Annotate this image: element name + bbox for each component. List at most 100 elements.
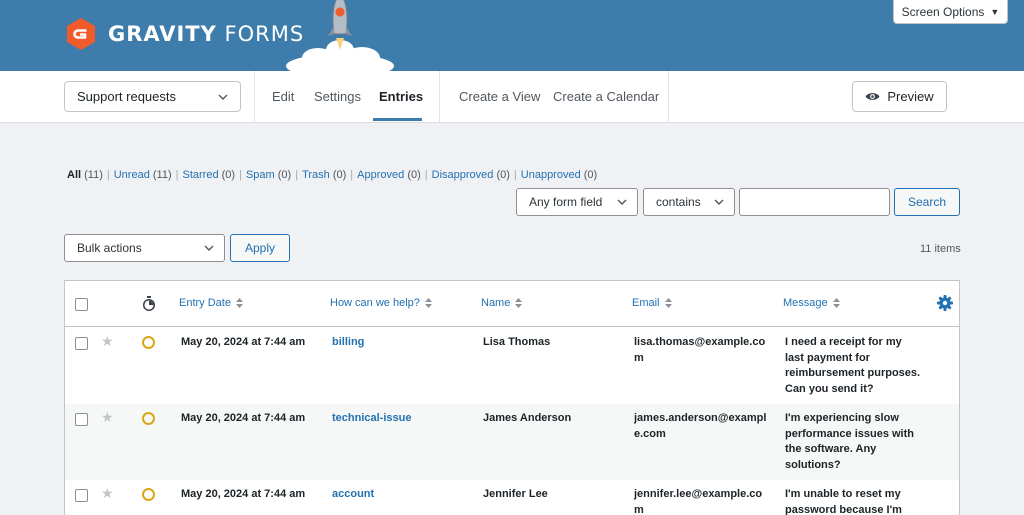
filter-all[interactable]: All bbox=[67, 169, 81, 181]
column-name[interactable]: Name bbox=[481, 297, 523, 309]
entry-topic[interactable]: account bbox=[332, 487, 374, 503]
tab-settings[interactable]: Settings bbox=[314, 71, 361, 123]
entry-email: james.anderson@exampl e.com bbox=[634, 412, 767, 440]
table-header: Entry Date How can we help? Name Email M… bbox=[65, 281, 959, 327]
eye-icon bbox=[865, 93, 880, 100]
form-switcher[interactable]: Support requests bbox=[64, 81, 241, 112]
star-icon[interactable]: ★ bbox=[101, 409, 114, 426]
filter-trash[interactable]: Trash bbox=[302, 169, 330, 181]
active-tab-indicator bbox=[373, 118, 422, 121]
create-calendar-link[interactable]: Create a Calendar bbox=[553, 71, 659, 123]
column-label: Entry Date bbox=[179, 297, 231, 309]
search-input[interactable] bbox=[739, 188, 890, 216]
create-view-link[interactable]: Create a View bbox=[459, 71, 540, 123]
rocket-icon bbox=[286, 0, 394, 71]
entry-topic[interactable]: technical-issue bbox=[332, 411, 411, 427]
entry-name: Jennifer Lee bbox=[483, 488, 548, 500]
form-toolbar: Support requests Edit Settings Entries C… bbox=[0, 71, 1024, 123]
filter-separator: | bbox=[424, 169, 428, 181]
filter-separator: | bbox=[350, 169, 354, 181]
unread-status-icon bbox=[142, 488, 155, 501]
sort-icon bbox=[832, 298, 840, 308]
search-operator-select[interactable]: contains bbox=[643, 188, 735, 216]
items-count: 11 items bbox=[920, 243, 961, 255]
row-checkbox[interactable] bbox=[75, 337, 88, 350]
filter-count: (0) bbox=[496, 169, 510, 181]
entry-name: Lisa Thomas bbox=[483, 336, 551, 348]
filter-unapproved[interactable]: Unapproved bbox=[521, 169, 581, 181]
bulk-actions-select[interactable]: Bulk actions bbox=[64, 234, 225, 262]
brand-name: GRAVITY FORMS bbox=[108, 22, 305, 46]
divider bbox=[668, 71, 669, 123]
form-switcher-value: Support requests bbox=[77, 89, 177, 104]
row-checkbox[interactable] bbox=[75, 413, 88, 426]
column-label: How can we help? bbox=[330, 297, 420, 309]
gravity-forms-logo: GRAVITY FORMS bbox=[64, 17, 304, 51]
entry-date[interactable]: May 20, 2024 at 7:44 am bbox=[181, 411, 305, 427]
stopwatch-icon bbox=[142, 296, 156, 311]
filter-count: (0) bbox=[221, 169, 236, 181]
table-row[interactable]: ★ May 20, 2024 at 7:44 am account Jennif… bbox=[65, 480, 959, 515]
entry-name: James Anderson bbox=[483, 412, 572, 424]
filter-disapproved[interactable]: Disapproved bbox=[432, 169, 494, 181]
column-label: Email bbox=[632, 297, 660, 309]
chevron-down-icon bbox=[617, 199, 627, 205]
chevron-down-icon bbox=[204, 245, 214, 251]
sort-icon bbox=[664, 298, 672, 308]
divider bbox=[254, 71, 255, 123]
gravity-forms-logo-icon bbox=[67, 18, 95, 50]
entry-message: I'm experiencing slow performance issues … bbox=[785, 412, 914, 471]
column-email[interactable]: Email bbox=[632, 297, 672, 309]
search-button[interactable]: Search bbox=[894, 188, 960, 216]
tab-edit[interactable]: Edit bbox=[272, 71, 294, 123]
filter-spam[interactable]: Spam bbox=[246, 169, 275, 181]
column-message[interactable]: Message bbox=[783, 297, 840, 309]
entry-email: jennifer.lee@example.co m bbox=[634, 488, 763, 515]
sort-icon bbox=[235, 298, 243, 308]
star-icon[interactable]: ★ bbox=[101, 333, 114, 350]
unread-status-icon bbox=[142, 336, 155, 349]
entries-table: Entry Date How can we help? Name Email M… bbox=[64, 280, 960, 515]
filter-count: (11) bbox=[152, 169, 172, 181]
column-how-can-we-help[interactable]: How can we help? bbox=[330, 297, 432, 309]
sort-icon bbox=[424, 298, 432, 308]
entry-message: I'm unable to reset my password because I… bbox=[785, 488, 902, 515]
entry-filters: All (11) | Unread (11) | Starred (0) | Spam (0… bbox=[67, 169, 597, 181]
screen-options-button[interactable]: Screen Options ▼ bbox=[893, 0, 1008, 24]
filter-separator: | bbox=[239, 169, 242, 181]
chevron-down-icon bbox=[218, 94, 228, 100]
unread-status-icon bbox=[142, 412, 155, 425]
screen-options-label: Screen Options bbox=[901, 4, 985, 19]
star-icon[interactable]: ★ bbox=[101, 485, 114, 502]
filter-separator: | bbox=[295, 169, 299, 181]
preview-label: Preview bbox=[887, 89, 934, 104]
apply-button[interactable]: Apply bbox=[230, 234, 290, 262]
entry-message: I need a receipt for my last payment for r… bbox=[785, 336, 921, 395]
filter-count: (0) bbox=[407, 169, 421, 181]
search-operator-value: contains bbox=[656, 195, 701, 209]
table-row[interactable]: ★ May 20, 2024 at 7:44 am billing Lisa T… bbox=[65, 328, 959, 404]
filter-count: (0) bbox=[277, 169, 292, 181]
entry-topic[interactable]: billing bbox=[332, 335, 364, 351]
preview-button[interactable]: Preview bbox=[852, 81, 947, 112]
divider bbox=[439, 71, 440, 123]
filter-approved[interactable]: Approved bbox=[357, 169, 404, 181]
entry-date[interactable]: May 20, 2024 at 7:44 am bbox=[181, 487, 305, 503]
tab-entries[interactable]: Entries bbox=[379, 71, 423, 123]
row-checkbox[interactable] bbox=[75, 489, 88, 502]
column-entry-date[interactable]: Entry Date bbox=[179, 297, 243, 309]
filter-starred[interactable]: Starred bbox=[182, 169, 218, 181]
table-row[interactable]: ★ May 20, 2024 at 7:44 am technical-issu… bbox=[65, 404, 959, 480]
search-field-select[interactable]: Any form field bbox=[516, 188, 638, 216]
filter-unread[interactable]: Unread bbox=[114, 169, 150, 181]
gear-icon[interactable] bbox=[937, 295, 953, 311]
select-all-checkbox[interactable] bbox=[75, 298, 88, 311]
chevron-down-icon bbox=[714, 199, 724, 205]
column-label: Message bbox=[783, 297, 828, 309]
sort-icon bbox=[515, 298, 523, 308]
bulk-actions-value: Bulk actions bbox=[77, 241, 142, 255]
filter-count: (0) bbox=[332, 169, 347, 181]
entry-date[interactable]: May 20, 2024 at 7:44 am bbox=[181, 335, 305, 351]
filter-separator: | bbox=[106, 169, 110, 181]
column-label: Name bbox=[481, 297, 511, 309]
